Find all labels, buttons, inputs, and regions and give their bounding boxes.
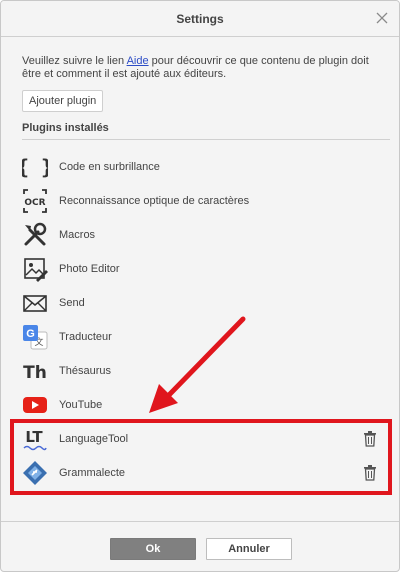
intro-text: Veuillez suivre le lien Aide pour découv… (22, 55, 382, 81)
plugin-label: Macros (59, 229, 96, 241)
plugin-row-youtube[interactable]: YouTube (22, 388, 382, 422)
svg-text:{ }: { } (22, 155, 48, 179)
plugin-label: Code en surbrillance (59, 161, 160, 173)
add-plugin-button[interactable]: Ajouter plugin (22, 90, 104, 112)
envelope-icon (23, 295, 47, 312)
plugin-row-code-highlight[interactable]: { } Code en surbrillance (22, 150, 382, 184)
intro-text-before: Veuillez suivre le lien (22, 55, 127, 67)
plugin-row-send[interactable]: Send (22, 286, 382, 320)
settings-dialog: Settings Veuillez suivre le lien Aide po… (0, 0, 400, 572)
svg-text:LT: LT (25, 428, 43, 446)
svg-text:G: G (26, 328, 35, 340)
plugin-label: Traducteur (59, 331, 112, 343)
plugin-label: LanguageTool (59, 433, 129, 445)
help-link[interactable]: Aide (127, 55, 149, 67)
plugin-label: Photo Editor (59, 263, 120, 275)
languagetool-icon: LT (23, 428, 47, 451)
thesaurus-icon: Th (23, 363, 47, 383)
ocr-icon: OCR (23, 189, 47, 213)
trash-icon[interactable] (363, 430, 377, 447)
installed-plugins-title: Plugins installés (22, 122, 109, 134)
dialog-title: Settings (176, 12, 224, 26)
plugin-row-languagetool[interactable]: LT LanguageTool (22, 422, 382, 456)
close-icon[interactable] (375, 11, 389, 25)
braces-icon: { } (22, 155, 48, 179)
trash-icon[interactable] (363, 464, 377, 481)
plugin-row-translator[interactable]: 文 G Traducteur (22, 320, 382, 354)
plugin-label: Grammalecte (59, 467, 126, 479)
plugin-row-ocr[interactable]: OCR Reconnaissance optique de caractères (22, 184, 382, 218)
plugin-label: Reconnaissance optique de caractères (59, 195, 250, 207)
plugin-label: Thésaurus (59, 365, 111, 377)
grammalecte-icon (23, 461, 47, 485)
svg-text:OCR: OCR (24, 198, 45, 208)
tools-icon (24, 222, 47, 246)
plugin-label: Send (59, 297, 85, 309)
youtube-icon (23, 397, 47, 413)
dialog-titlebar: Settings (1, 1, 399, 37)
plugin-label: YouTube (59, 399, 103, 411)
google-translate-icon: 文 G (23, 325, 48, 350)
plugin-row-grammalecte[interactable]: Grammalecte (22, 456, 382, 490)
plugin-row-photo-editor[interactable]: Photo Editor (22, 252, 382, 286)
plugin-row-macros[interactable]: Macros (22, 218, 382, 252)
footer-divider (1, 521, 399, 522)
photo-editor-icon (24, 258, 48, 282)
cancel-button[interactable]: Annuler (206, 538, 292, 560)
ok-button[interactable]: Ok (110, 538, 196, 560)
section-divider (22, 139, 390, 140)
svg-text:Th: Th (23, 363, 47, 383)
plugin-row-thesaurus[interactable]: Th Thésaurus (22, 354, 382, 388)
